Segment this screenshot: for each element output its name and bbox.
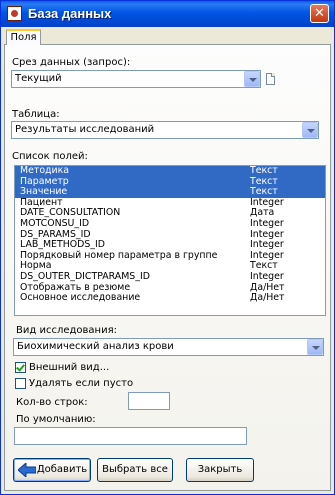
chevron-down-icon[interactable] bbox=[307, 339, 323, 355]
database-dialog: База данных ✕ Поля Срез данных (запрос):… bbox=[0, 0, 335, 495]
row-count-input[interactable] bbox=[128, 392, 170, 410]
field-name: MOTCONSU_ID bbox=[20, 217, 90, 229]
list-item[interactable]: DS_OUTER_DICTPARAMS_ID Integer bbox=[15, 270, 325, 283]
delete-if-empty-label[interactable]: Удалять если пусто bbox=[29, 378, 133, 389]
document-icon[interactable] bbox=[266, 73, 275, 85]
field-name: Методика bbox=[20, 165, 70, 176]
window-title: База данных bbox=[28, 6, 112, 21]
study-type-label: Вид исследования: bbox=[16, 325, 117, 336]
field-name: Основное исследование bbox=[20, 292, 141, 304]
list-item[interactable]: Порядковый номер параметра в группе Integ… bbox=[15, 250, 325, 262]
default-value-label: По умолчанию: bbox=[16, 414, 96, 425]
select-all-button[interactable]: Выбрать все bbox=[97, 458, 173, 482]
close-button[interactable]: Закрыть bbox=[186, 458, 254, 482]
table-select[interactable]: Результаты исследований bbox=[11, 121, 319, 139]
default-value-input[interactable] bbox=[14, 427, 247, 445]
field-type: Да/Нет bbox=[250, 292, 285, 304]
row-count-label: Кол-во строк: bbox=[16, 397, 88, 408]
table-value: Результаты исследований bbox=[15, 124, 155, 135]
delete-if-empty-checkbox[interactable] bbox=[15, 378, 26, 389]
field-type: Integer bbox=[250, 270, 284, 282]
study-type-select[interactable]: Биохимический анализ крови bbox=[13, 338, 324, 356]
slice-select[interactable]: Текущий bbox=[11, 70, 261, 88]
list-item[interactable]: Методика Текст bbox=[15, 165, 325, 177]
chevron-down-icon[interactable] bbox=[244, 71, 260, 87]
close-window-button[interactable]: ✕ bbox=[310, 4, 329, 23]
add-button[interactable]: Добавить bbox=[13, 458, 91, 482]
external-view-checkbox[interactable] bbox=[15, 362, 26, 373]
fields-label: Список полей: bbox=[12, 151, 88, 162]
slice-label: Срез данных (запрос): bbox=[12, 57, 131, 68]
chevron-down-icon[interactable] bbox=[302, 122, 318, 138]
list-item[interactable]: MOTCONSU_ID Integer bbox=[15, 217, 325, 230]
field-type: Integer bbox=[250, 217, 284, 229]
field-name: DS_OUTER_DICTPARAMS_ID bbox=[20, 270, 150, 282]
slice-value: Текущий bbox=[15, 73, 62, 84]
arrow-left-icon bbox=[18, 463, 36, 477]
title-bar[interactable]: База данных ✕ bbox=[1, 1, 334, 27]
table-label: Таблица: bbox=[12, 109, 60, 120]
study-type-value: Биохимический анализ крови bbox=[17, 341, 174, 352]
fields-listbox[interactable]: Методика Текст Параметр Текст Значение Текст П… bbox=[14, 165, 326, 316]
app-icon bbox=[7, 6, 22, 21]
tab-fields[interactable]: Поля bbox=[6, 29, 41, 45]
field-type: Текст bbox=[250, 165, 278, 176]
external-view-label[interactable]: Внешний вид... bbox=[29, 362, 109, 373]
list-item[interactable]: Основное исследование Да/Нет bbox=[15, 293, 325, 304]
